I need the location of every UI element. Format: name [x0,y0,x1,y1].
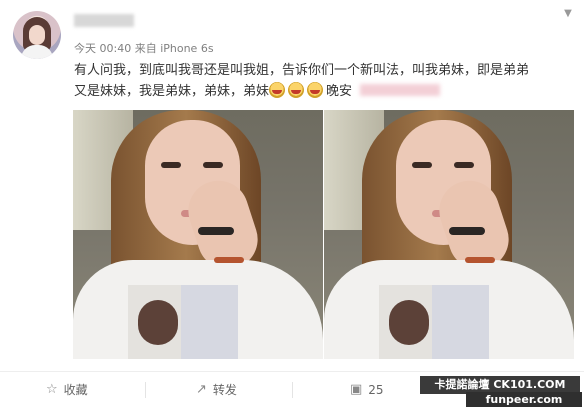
photo-bracelet [214,257,244,263]
watermark-funpeer: funpeer.com [466,392,582,407]
photo-print-character [138,300,178,345]
username-redacted[interactable] [74,14,134,27]
post-photo-2[interactable] [324,110,574,359]
laugh-emoji-icon [269,82,286,98]
repost-icon: ↗ [196,382,207,397]
photo-print-character [389,300,429,345]
photo-eye [412,162,432,168]
comment-button[interactable]: ▣ 25 [350,372,384,407]
photo-eye [161,162,181,168]
laugh-emoji-icon [307,82,324,98]
favorite-button[interactable]: ☆ 收藏 [46,372,88,407]
photo-bracelet [198,227,234,235]
post-text-line-2-content: 又是妹妹，我是弟妹，弟妹，弟妹 [74,84,270,99]
photo-eye [203,162,223,168]
post-photo-1[interactable] [73,110,323,359]
action-separator [145,382,146,398]
photo-bracelet [465,257,495,263]
post-signoff: 晚安 [326,84,353,99]
comment-icon: ▣ [350,382,363,397]
photo-eye [454,162,474,168]
post-text-line-2: 又是妹妹，我是弟妹，弟妹，弟妹 晚安 [74,81,574,102]
action-separator [292,382,293,398]
laugh-emoji-icon [288,82,305,98]
favorite-label: 收藏 [63,383,88,397]
repost-label: 转发 [212,383,237,397]
repost-button[interactable]: ↗ 转发 [196,372,237,407]
avatar[interactable] [13,11,61,59]
comment-count: 25 [368,382,384,397]
redacted-text [360,84,441,96]
chevron-down-icon[interactable]: ▼ [560,8,576,22]
post-timestamp[interactable]: 今天 00:40 [74,42,131,55]
star-icon: ☆ [46,382,58,397]
post-text: 有人问我，到底叫我哥还是叫我姐，告诉你们一个新叫法，叫我弟妹，即是弟弟 又是妹妹… [74,60,574,102]
post-meta: 今天 00:40 来自 iPhone 6s [74,40,214,56]
avatar-face [29,25,45,45]
post-source: 来自 iPhone 6s [134,42,214,55]
photo-bracelet [449,227,485,235]
post-text-line-1: 有人问我，到底叫我哥还是叫我姐，告诉你们一个新叫法，叫我弟妹，即是弟弟 [74,63,530,78]
